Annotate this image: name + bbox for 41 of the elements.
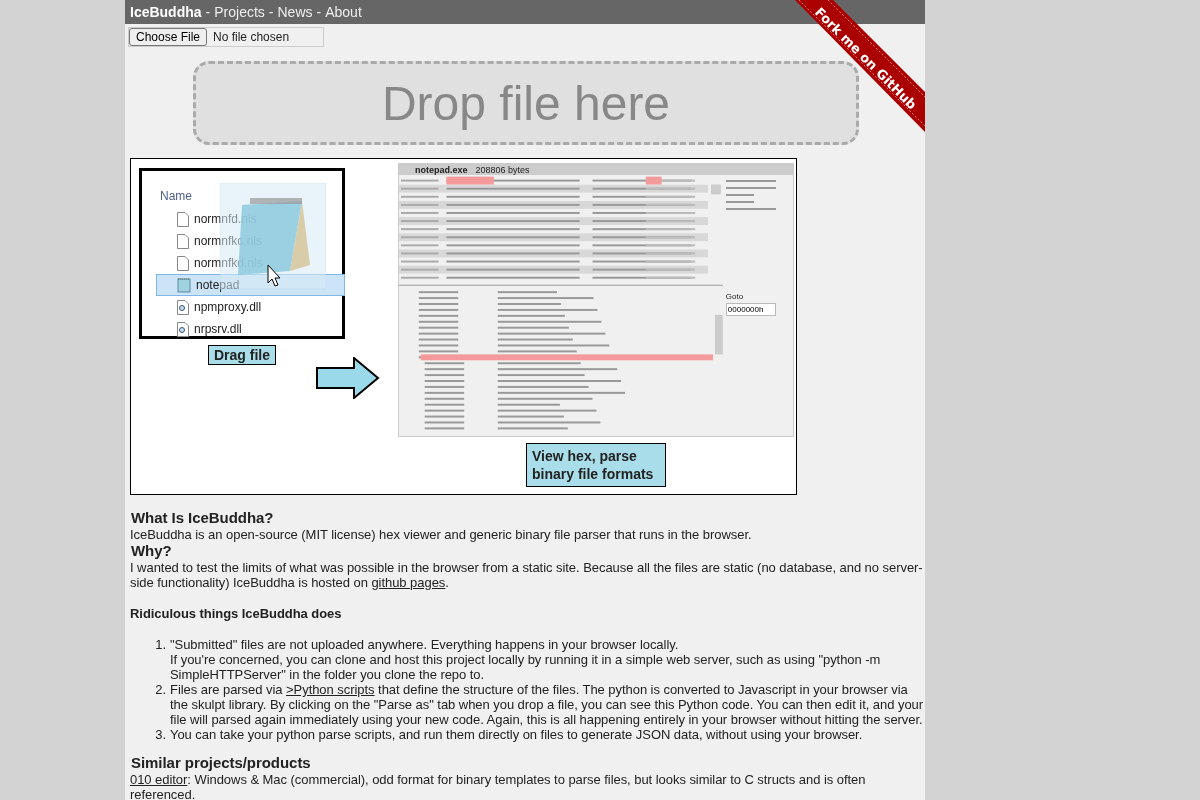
file-name: notepad.exe: [415, 164, 468, 175]
separator: -: [205, 4, 211, 20]
separator: -: [316, 4, 322, 20]
goto-field[interactable]: 0000000h: [725, 303, 776, 316]
arrow-icon: [316, 357, 380, 399]
drag-file-caption: Drag file: [208, 345, 276, 365]
file-size: 208806 bytes: [475, 164, 530, 175]
file-icon: [177, 233, 189, 249]
column-header: Name: [160, 189, 193, 203]
selected-file-row[interactable]: notepad: [156, 274, 345, 296]
view-hex-caption: View hex, parse binary file formats: [526, 443, 666, 487]
file-icon: [177, 255, 189, 271]
file-input[interactable]: Choose File No file chosen: [128, 27, 324, 47]
list-number: 3.: [154, 727, 166, 742]
file-icon: [177, 211, 189, 227]
heading: What Is IceBuddha?: [130, 509, 275, 527]
goto-label: Goto: [725, 292, 745, 301]
paragraph: IceBuddha is an open-source (MIT license) hex viewer and generic binary file parser that runs in the browser.: [130, 527, 753, 542]
nav-link[interactable]: About: [325, 4, 362, 20]
heading: Ridiculous things IceBuddha does: [130, 606, 343, 621]
link[interactable]: >Python scripts: [286, 682, 375, 697]
paragraph: 010 editor: Windows & Mac (commercial), odd format for binary templates to parse files, but looks similar to C structs and is often referenced.: [130, 772, 867, 800]
heading: Similar projects/products: [130, 754, 312, 772]
heading: Why?: [130, 542, 173, 560]
file-status: No file chosen: [213, 30, 290, 44]
file-name: nrpsrv.dll: [194, 322, 242, 336]
notepad-icon: [177, 277, 191, 293]
list-item: Files are parsed via >Python scripts that define the structure of the files. The python is converted to Javascript in your browser via the skulpt library. By clicking on the "Parse as" tab when you drop a file, you can see this Python code. You can then edit it, and your file will parsed again immediately using your new code. Again, this is all happening entirely in your browser without hitting the server.: [170, 682, 925, 727]
settings-file-icon: [177, 299, 189, 315]
choose-file-button[interactable]: Choose File: [129, 28, 208, 46]
list-item: "Submitted" files are not uploaded anywhere. Everything happens in your browser locally. If you're concerned, you can clone and host this project locally by running it in a simple web server, such as using "python -m SimpleHTTPServer" in the folder you clone the repo to.: [170, 637, 882, 682]
nav-link[interactable]: News: [277, 4, 313, 20]
nav-link[interactable]: Projects: [214, 4, 265, 20]
list-number: 1.: [154, 637, 166, 654]
list-number: 2.: [154, 682, 166, 699]
separator: -: [268, 4, 274, 20]
list-item: You can take your python parse scripts, and run them directly on files to generate JSON data, without using your browser.: [170, 727, 863, 742]
paragraph: I wanted to test the limits of what was possible in the browser from a static site. Because all the files are static (no database, and no server-side functionality) IceBuddha is hosted on github pages.: [130, 560, 924, 590]
file-name: npmproxy.dll: [194, 300, 262, 314]
file-name: notepad: [196, 278, 240, 292]
brand-link[interactable]: IceBuddha: [130, 4, 202, 20]
